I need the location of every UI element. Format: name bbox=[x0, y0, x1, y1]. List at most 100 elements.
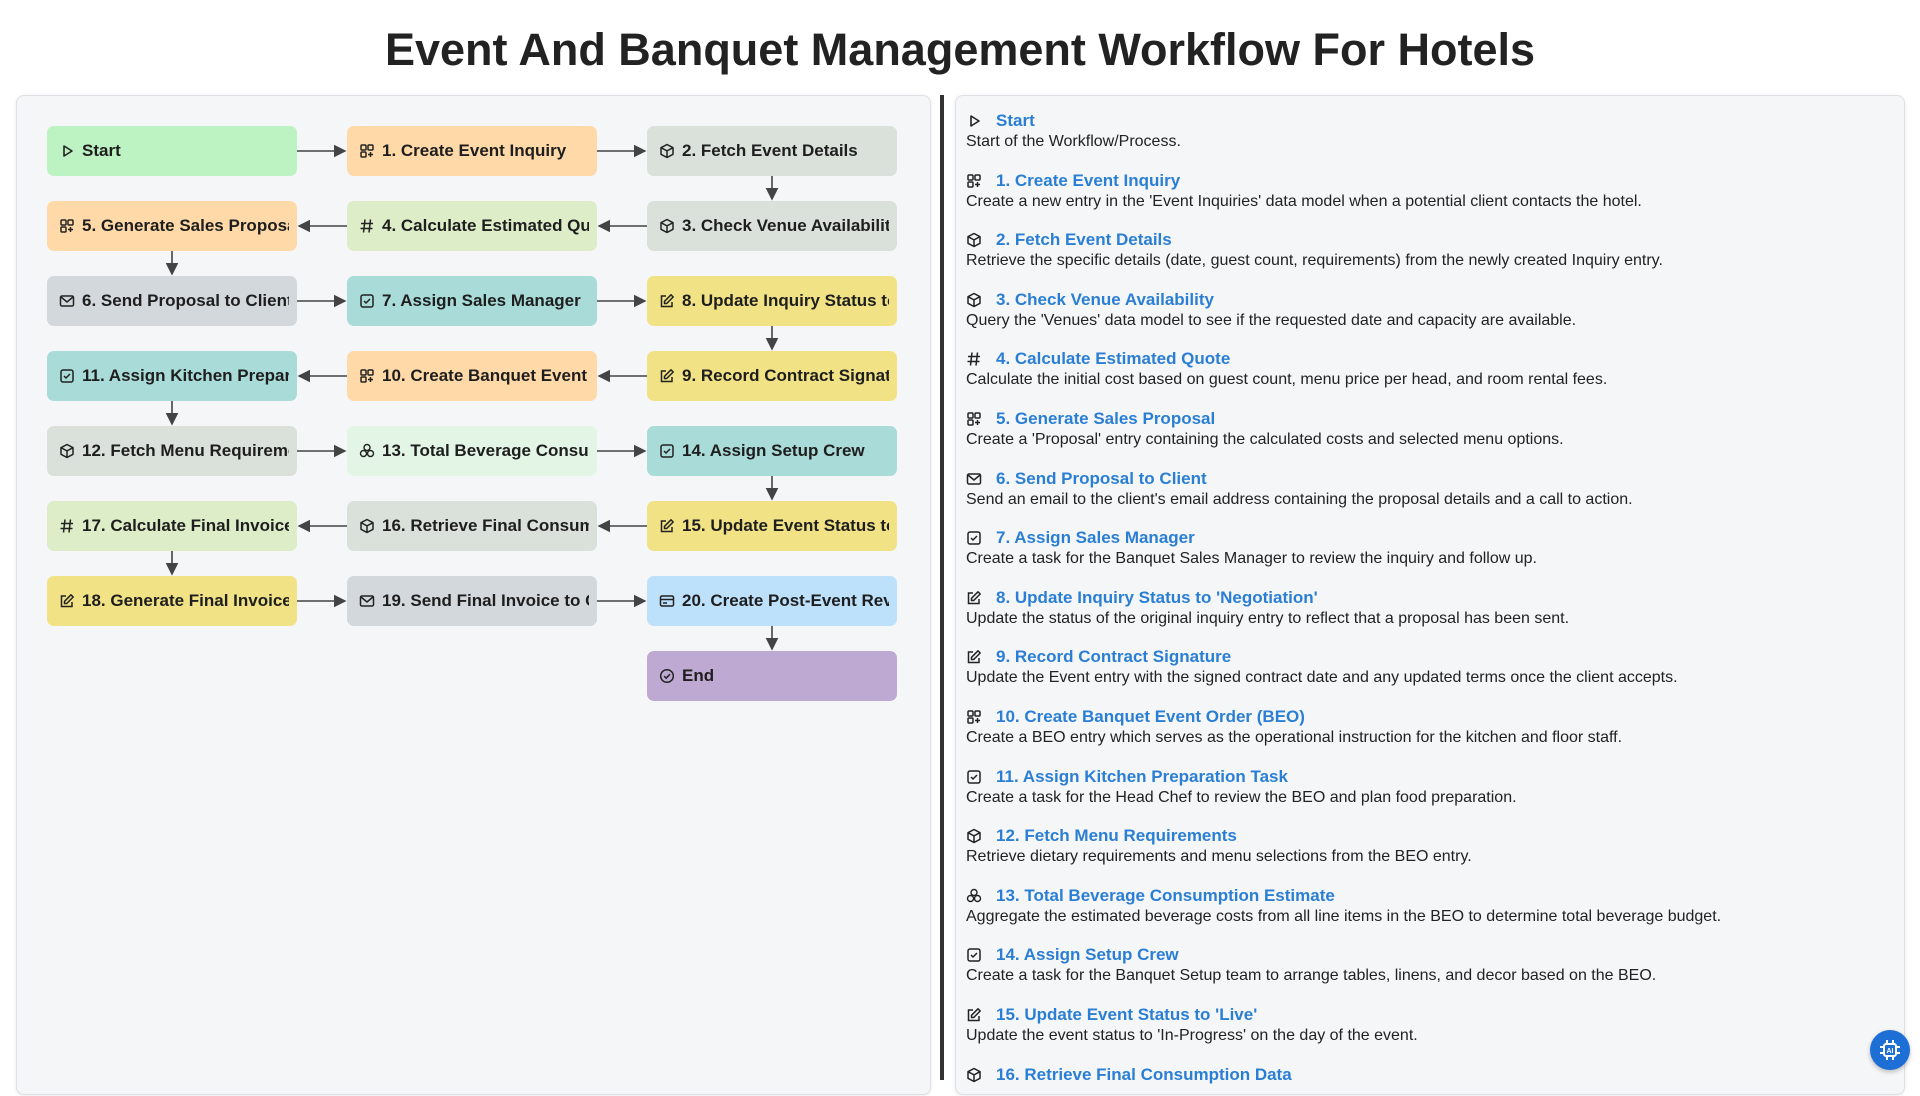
flow-node-n7[interactable]: 7. Assign Sales Manager bbox=[347, 276, 597, 326]
step-title-link[interactable]: 7. Assign Sales Manager bbox=[996, 528, 1195, 548]
step-description: Create a new entry in the 'Event Inquiri… bbox=[966, 192, 1642, 210]
flow-node-label: 5. Generate Sales Proposal bbox=[82, 216, 289, 235]
steps-panel: Start Start of the Workflow/Process. 1. Cr… bbox=[955, 95, 1905, 1095]
grid-plus-icon bbox=[359, 368, 375, 384]
check-square-icon bbox=[966, 769, 982, 785]
flow-node-label: 17. Calculate Final Invoice , bbox=[82, 516, 289, 535]
flow-node-start[interactable]: Start bbox=[47, 126, 297, 176]
check-square-icon bbox=[359, 293, 375, 309]
flow-node-n10[interactable]: 10. Create Banquet Event C bbox=[347, 351, 597, 401]
assistant-button[interactable]: AI bbox=[1870, 1030, 1910, 1070]
flow-node-n1[interactable]: 1. Create Event Inquiry bbox=[347, 126, 597, 176]
check-square-icon bbox=[966, 947, 982, 963]
step-description: Update the status of the original inquir… bbox=[966, 609, 1570, 627]
cube-icon bbox=[659, 218, 675, 234]
flow-node-label: 4. Calculate Estimated Quo bbox=[382, 216, 589, 235]
step-title-link[interactable]: 8. Update Inquiry Status to 'Negotiation… bbox=[996, 588, 1318, 608]
flow-node-label: 1. Create Event Inquiry bbox=[382, 141, 567, 160]
step-title-link[interactable]: 6. Send Proposal to Client bbox=[996, 469, 1207, 489]
step-item: 7. Assign Sales Manager Create a task for… bbox=[956, 519, 1904, 579]
step-item: 10. Create Banquet Event Order (BEO) Crea… bbox=[956, 698, 1904, 758]
cube-icon bbox=[659, 143, 675, 159]
flow-node-n3[interactable]: 3. Check Venue Availability bbox=[647, 201, 897, 251]
step-title-link[interactable]: 2. Fetch Event Details bbox=[996, 230, 1172, 250]
step-item: 11. Assign Kitchen Preparation Task Creat… bbox=[956, 758, 1904, 818]
step-title-link[interactable]: 15. Update Event Status to 'Live' bbox=[996, 1005, 1257, 1025]
step-title-link[interactable]: 14. Assign Setup Crew bbox=[996, 945, 1179, 965]
panel-divider[interactable] bbox=[940, 95, 944, 1080]
step-title-link[interactable]: 16. Retrieve Final Consumption Data bbox=[996, 1065, 1292, 1085]
flow-node-n14[interactable]: 14. Assign Setup Crew bbox=[647, 426, 897, 476]
flow-node-n4[interactable]: 4. Calculate Estimated Quo bbox=[347, 201, 597, 251]
mail-icon bbox=[59, 293, 75, 309]
flow-node-label: 19. Send Final Invoice to Cl bbox=[382, 591, 589, 610]
edit-icon bbox=[966, 590, 982, 606]
chip-icon: AI bbox=[1878, 1038, 1902, 1062]
edit-icon bbox=[659, 293, 675, 309]
check-square-icon bbox=[966, 530, 982, 546]
check-square-icon bbox=[659, 443, 675, 459]
step-title-link[interactable]: 11. Assign Kitchen Preparation Task bbox=[996, 767, 1288, 787]
step-title-link[interactable]: Start bbox=[996, 111, 1035, 131]
card-icon bbox=[659, 593, 675, 609]
flow-node-n13[interactable]: 13. Total Beverage Consum bbox=[347, 426, 597, 476]
flow-node-n2[interactable]: 2. Fetch Event Details bbox=[647, 126, 897, 176]
step-item: 16. Retrieve Final Consumption Data bbox=[956, 1056, 1904, 1095]
grid-plus-icon bbox=[966, 173, 982, 189]
step-title-link[interactable]: 4. Calculate Estimated Quote bbox=[996, 349, 1230, 369]
flow-node-label: 20. Create Post-Event Reve bbox=[682, 591, 889, 610]
flow-node-end[interactable]: End bbox=[647, 651, 897, 701]
step-description: Calculate the initial cost based on gues… bbox=[966, 371, 1608, 389]
step-item: 14. Assign Setup Crew Create a task for t… bbox=[956, 936, 1904, 996]
step-item: 3. Check Venue Availability Query the 'Ve… bbox=[956, 281, 1904, 341]
flow-node-n17[interactable]: 17. Calculate Final Invoice , bbox=[47, 501, 297, 551]
flow-node-label: 14. Assign Setup Crew bbox=[682, 441, 865, 460]
cubes-icon bbox=[966, 888, 982, 904]
step-item: 8. Update Inquiry Status to 'Negotiation… bbox=[956, 579, 1904, 639]
flow-node-n19[interactable]: 19. Send Final Invoice to Cl bbox=[347, 576, 597, 626]
flow-node-n6[interactable]: 6. Send Proposal to Client bbox=[47, 276, 297, 326]
cubes-icon bbox=[359, 443, 375, 459]
flow-node-n5[interactable]: 5. Generate Sales Proposal bbox=[47, 201, 297, 251]
play-icon bbox=[966, 113, 982, 129]
step-item: 1. Create Event Inquiry Create a new entr… bbox=[956, 162, 1904, 222]
step-title-link[interactable]: 3. Check Venue Availability bbox=[996, 290, 1214, 310]
hash-icon bbox=[966, 351, 982, 367]
flow-node-label: 8. Update Inquiry Status to bbox=[682, 291, 889, 310]
step-item: 12. Fetch Menu Requirements Retrieve diet… bbox=[956, 817, 1904, 877]
step-description: Create a task for the Head Chef to revie… bbox=[966, 788, 1517, 806]
step-title-link[interactable]: 5. Generate Sales Proposal bbox=[996, 409, 1215, 429]
flow-node-label: 15. Update Event Status to bbox=[682, 516, 889, 535]
step-title-link[interactable]: 12. Fetch Menu Requirements bbox=[996, 826, 1237, 846]
step-item: 2. Fetch Event Details Retrieve the speci… bbox=[956, 221, 1904, 281]
flow-node-n16[interactable]: 16. Retrieve Final Consump bbox=[347, 501, 597, 551]
flow-node-n11[interactable]: 11. Assign Kitchen Prepara bbox=[47, 351, 297, 401]
step-item: 13. Total Beverage Consumption Estimate A… bbox=[956, 877, 1904, 937]
flow-node-n8[interactable]: 8. Update Inquiry Status to bbox=[647, 276, 897, 326]
step-description: Query the 'Venues' data model to see if … bbox=[966, 311, 1577, 329]
cube-icon bbox=[966, 828, 982, 844]
flow-node-label: 12. Fetch Menu Requireme bbox=[82, 441, 289, 460]
flow-node-label: 9. Record Contract Signatu bbox=[682, 366, 889, 385]
step-title-link[interactable]: 9. Record Contract Signature bbox=[996, 647, 1231, 667]
flow-node-n20[interactable]: 20. Create Post-Event Reve bbox=[647, 576, 897, 626]
flow-node-label: 18. Generate Final Invoice bbox=[82, 591, 289, 610]
flow-node-n9[interactable]: 9. Record Contract Signatu bbox=[647, 351, 897, 401]
step-description: Update the Event entry with the signed c… bbox=[966, 669, 1678, 687]
step-description: Retrieve the specific details (date, gue… bbox=[966, 252, 1663, 270]
step-title-link[interactable]: 13. Total Beverage Consumption Estimate bbox=[996, 886, 1335, 906]
flow-node-n18[interactable]: 18. Generate Final Invoice bbox=[47, 576, 297, 626]
mail-icon bbox=[966, 471, 982, 487]
hash-icon bbox=[359, 218, 375, 234]
flow-node-n15[interactable]: 15. Update Event Status to bbox=[647, 501, 897, 551]
edit-icon bbox=[659, 518, 675, 534]
edit-icon bbox=[966, 1007, 982, 1023]
page-title: Event And Banquet Management Workflow Fo… bbox=[384, 24, 1536, 75]
flow-node-n12[interactable]: 12. Fetch Menu Requireme bbox=[47, 426, 297, 476]
step-item: 6. Send Proposal to Client Send an email … bbox=[956, 460, 1904, 520]
flow-node-label: End bbox=[682, 666, 715, 685]
step-title-link[interactable]: 10. Create Banquet Event Order (BEO) bbox=[996, 707, 1305, 727]
grid-plus-icon bbox=[966, 411, 982, 427]
mail-icon bbox=[359, 593, 375, 609]
step-title-link[interactable]: 1. Create Event Inquiry bbox=[996, 171, 1180, 191]
